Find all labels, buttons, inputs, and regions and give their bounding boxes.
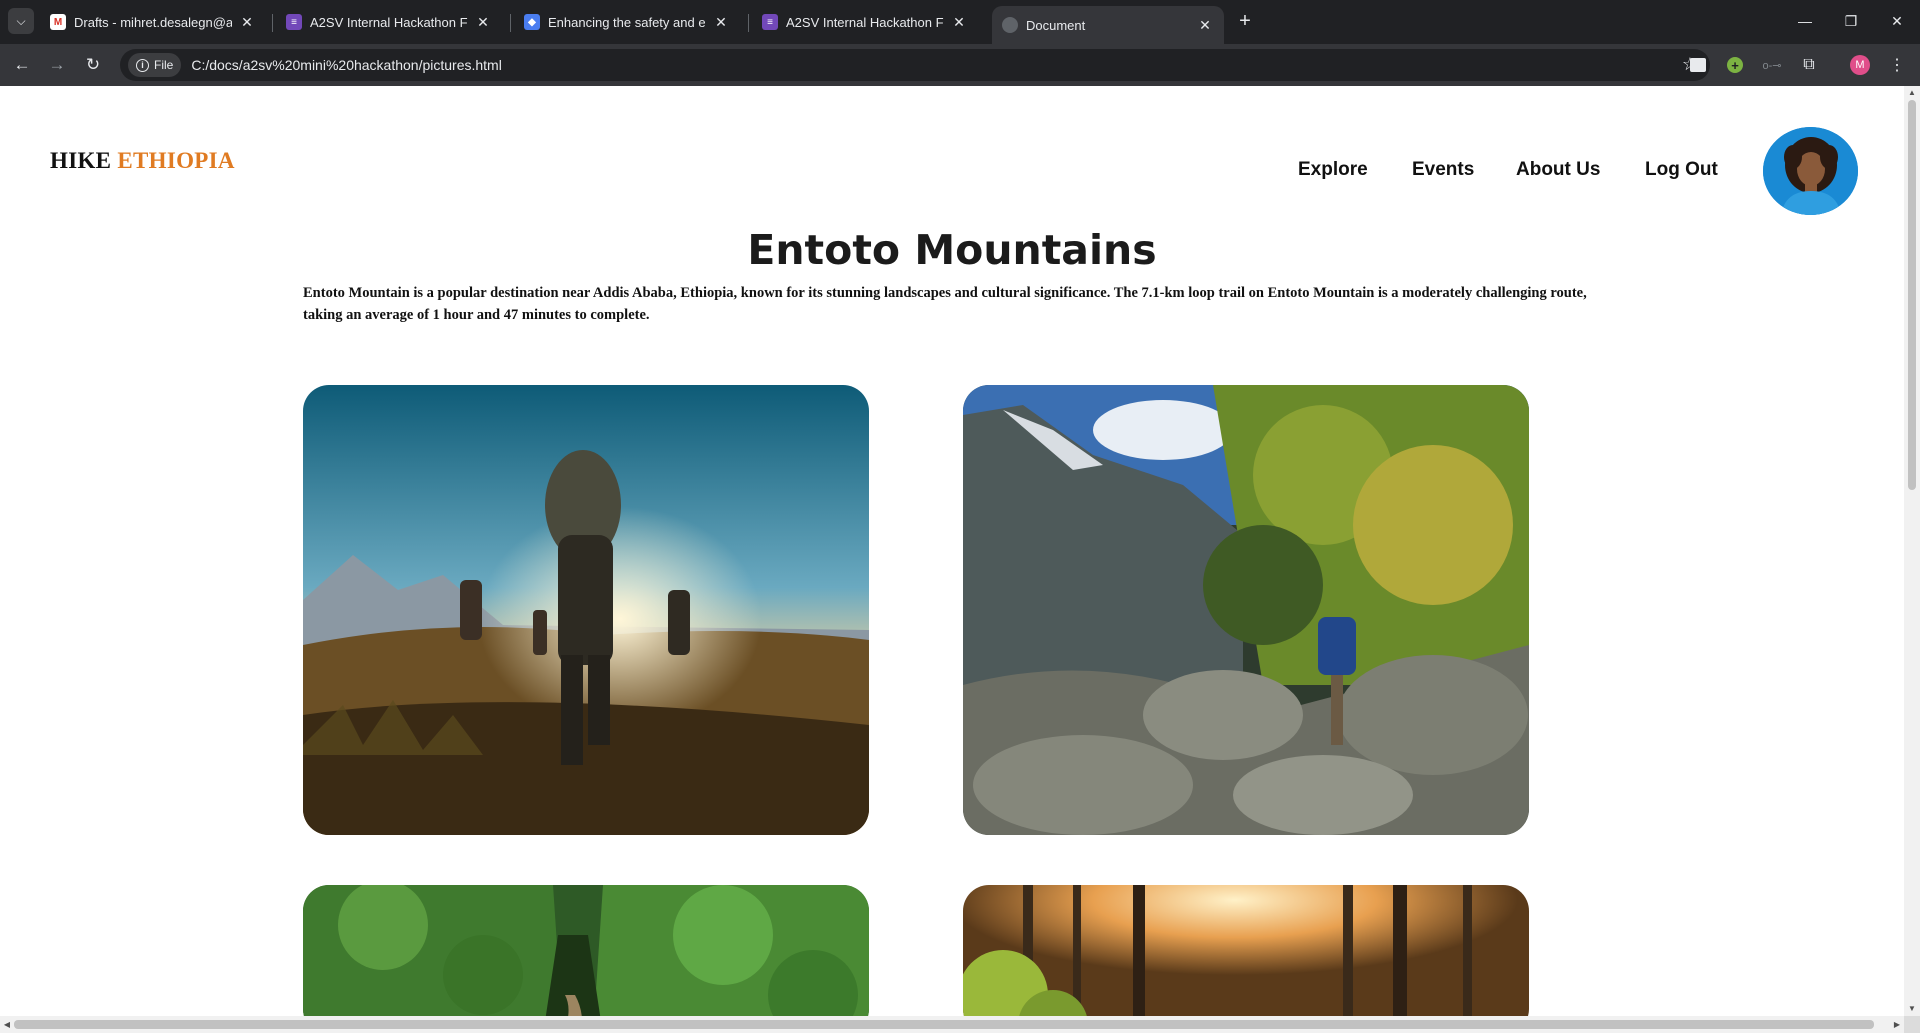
sunlit-pine-forest-photo <box>963 885 1529 1016</box>
browser-toolbar: ← → ↻ i File C:/docs/a2sv%20mini%20hacka… <box>0 44 1920 86</box>
gallery-image-1[interactable] <box>303 385 869 835</box>
tab-title: A2SV Internal Hackathon Final ( <box>786 14 944 30</box>
nav-explore[interactable]: Explore <box>1298 159 1368 181</box>
globe-icon <box>1002 17 1018 33</box>
tab-close-icon[interactable]: ✕ <box>474 14 492 31</box>
hikers-sunset-photo <box>303 385 869 835</box>
gallery-image-3[interactable] <box>303 885 869 1016</box>
user-avatar[interactable] <box>1763 127 1858 215</box>
extension-add-icon[interactable]: + <box>1725 55 1745 75</box>
tab-separator <box>748 14 749 32</box>
nav-log-out[interactable]: Log Out <box>1645 159 1718 181</box>
tab-close-icon[interactable]: ✕ <box>950 14 968 31</box>
scroll-down-arrow-icon[interactable]: ▼ <box>1904 1002 1920 1016</box>
logo-ethiopia-text: ETHIOPIA <box>117 148 235 173</box>
tab-close-icon[interactable]: ✕ <box>1196 17 1214 34</box>
browser-tab[interactable]: ≡ A2SV Internal Hackathon Final ( ✕ <box>752 6 978 38</box>
reload-button[interactable]: ↻ <box>80 52 106 78</box>
browser-tab-active[interactable]: Document ✕ <box>992 6 1224 44</box>
tab-separator <box>510 14 511 32</box>
url-text[interactable]: C:/docs/a2sv%20mini%20hackathon/pictures… <box>191 57 502 73</box>
site-info-chip[interactable]: i File <box>128 53 182 77</box>
forms-icon: ≡ <box>762 14 778 30</box>
horizontal-scrollbar[interactable]: ◀ ▶ <box>0 1016 1904 1033</box>
restore-button[interactable]: ❐ <box>1828 6 1874 36</box>
info-icon: i <box>136 58 149 72</box>
scroll-up-arrow-icon[interactable]: ▲ <box>1904 86 1920 100</box>
site-logo[interactable]: HIKE ETHIOPIA <box>50 148 235 174</box>
tab-close-icon[interactable]: ✕ <box>238 14 256 31</box>
tab-search-button[interactable]: ⌵ <box>8 8 34 34</box>
forward-button[interactable]: → <box>44 52 70 78</box>
shield-icon: ◆ <box>524 14 540 30</box>
horizontal-scroll-thumb[interactable] <box>14 1020 1874 1029</box>
forms-icon: ≡ <box>286 14 302 30</box>
gallery-image-4[interactable] <box>963 885 1529 1016</box>
scroll-left-arrow-icon[interactable]: ◀ <box>0 1016 14 1033</box>
profile-avatar[interactable]: M <box>1850 55 1870 75</box>
browser-tab-strip: ⌵ M Drafts - mihret.desalegn@a2sv ✕ ≡ A2… <box>0 0 1920 44</box>
page-title: Entoto Mountains <box>747 226 1157 274</box>
tab-title: A2SV Internal Hackathon Final ( <box>310 14 468 30</box>
browser-tab[interactable]: ◆ Enhancing the safety and enjoy ✕ <box>514 6 740 38</box>
tab-close-icon[interactable]: ✕ <box>712 14 730 31</box>
green-forest-trail-photo <box>303 885 869 1016</box>
gmail-icon: M <box>50 14 66 30</box>
logo-hike-text: HIKE <box>50 148 112 173</box>
back-button[interactable]: ← <box>9 52 35 78</box>
site-info-label: File <box>154 58 174 72</box>
close-window-button[interactable]: ✕ <box>1874 6 1920 36</box>
minimize-button[interactable]: — <box>1782 6 1828 36</box>
browser-tab[interactable]: M Drafts - mihret.desalegn@a2sv ✕ <box>40 6 266 38</box>
page-viewport: HIKE ETHIOPIA Explore Events About Us Lo… <box>0 86 1904 1016</box>
extensions-puzzle-icon[interactable]: ⧉ <box>1799 55 1819 75</box>
extension-key-icon[interactable]: o-⊸ <box>1762 55 1782 75</box>
browser-tab[interactable]: ≡ A2SV Internal Hackathon Final ( ✕ <box>276 6 502 38</box>
scroll-right-arrow-icon[interactable]: ▶ <box>1890 1016 1904 1033</box>
extension-icon[interactable] <box>1688 55 1708 75</box>
rocky-mountain-hiker-photo <box>963 385 1529 835</box>
tab-separator <box>272 14 273 32</box>
tab-title: Enhancing the safety and enjoy <box>548 14 706 30</box>
tab-title: Drafts - mihret.desalegn@a2sv <box>74 14 232 30</box>
vertical-scrollbar[interactable]: ▲ ▼ <box>1904 86 1920 1016</box>
scrollbar-corner <box>1904 1016 1920 1033</box>
gallery-image-2[interactable] <box>963 385 1529 835</box>
user-portrait-image <box>1763 127 1858 215</box>
tab-title: Document <box>1026 17 1086 33</box>
browser-menu-icon[interactable]: ⋮ <box>1887 55 1907 75</box>
new-tab-button[interactable]: + <box>1232 8 1258 34</box>
profile-initial: M <box>1850 55 1870 75</box>
page-description: Entoto Mountain is a popular destination… <box>303 285 1587 323</box>
address-bar[interactable]: i File C:/docs/a2sv%20mini%20hackathon/p… <box>120 49 1710 81</box>
vertical-scroll-thumb[interactable] <box>1908 100 1916 490</box>
nav-about-us[interactable]: About Us <box>1516 159 1600 181</box>
nav-events[interactable]: Events <box>1412 159 1474 181</box>
